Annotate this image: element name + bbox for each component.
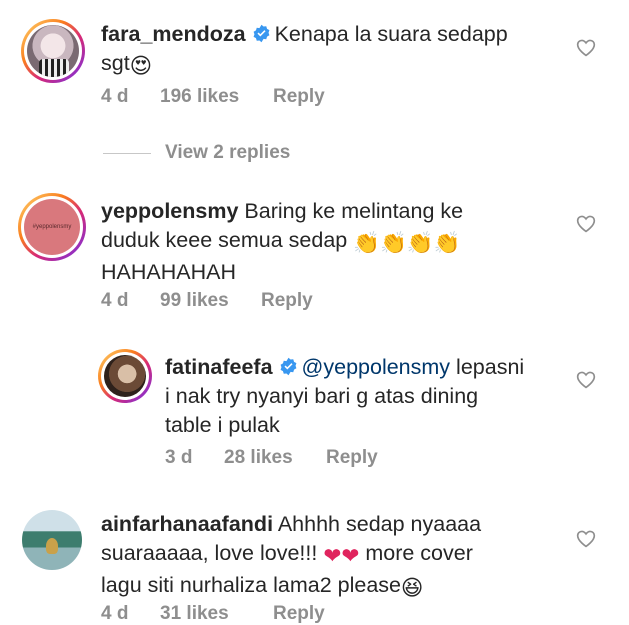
reply-button[interactable]: Reply bbox=[273, 86, 325, 108]
avatar[interactable] bbox=[98, 349, 152, 403]
comment-body-line2: sgt bbox=[101, 51, 130, 75]
likes-count[interactable]: 28 likes bbox=[224, 447, 293, 469]
avatar[interactable] bbox=[21, 19, 85, 83]
reply-button[interactable]: Reply bbox=[326, 447, 378, 469]
like-heart-icon[interactable] bbox=[576, 214, 596, 233]
like-heart-icon[interactable] bbox=[576, 529, 596, 548]
comment-text: fara_mendoza Kenapa la suara sedapp sgt😍 bbox=[101, 20, 561, 81]
comment-body-line1: lepasni bbox=[456, 355, 525, 379]
username[interactable]: yeppolensmy bbox=[101, 199, 238, 223]
likes-count[interactable]: 31 likes bbox=[160, 603, 229, 625]
clapping-hands-emoji: 👏👏👏👏 bbox=[353, 231, 461, 255]
comment-text: fatinafeefa @yeppolensmy lepasni i nak tr… bbox=[165, 353, 565, 440]
mention-link[interactable]: @yeppolensmy bbox=[302, 355, 451, 379]
comment-text: yeppolensmy Baring ke melintang ke duduk… bbox=[101, 197, 561, 287]
comment-body-line1: Ahhhh sedap nyaaaa bbox=[277, 512, 482, 536]
divider bbox=[103, 153, 151, 154]
comment-age: 4 d bbox=[101, 86, 129, 107]
avatar[interactable]: #yeppolensmy bbox=[18, 193, 86, 261]
username[interactable]: fatinafeefa bbox=[165, 355, 273, 379]
reply-button[interactable]: Reply bbox=[261, 290, 313, 312]
comment-body-line2: i nak try nyanyi bari g atas dining bbox=[165, 384, 479, 408]
comment-age: 4 d bbox=[101, 603, 129, 624]
comment-body-line2: duduk keee semua sedap bbox=[101, 228, 348, 252]
reply-button[interactable]: Reply bbox=[273, 603, 325, 625]
username[interactable]: fara_mendoza bbox=[101, 22, 246, 46]
like-heart-icon[interactable] bbox=[576, 38, 596, 57]
comment-body-line3: HAHAHAHAH bbox=[101, 260, 236, 284]
comment-age: 4 d bbox=[101, 290, 129, 311]
red-hearts-emoji: ❤❤ bbox=[323, 544, 360, 568]
comment-body-line1: Baring ke melintang ke bbox=[244, 199, 464, 223]
comment-body-line2a: suaraaaaa, love love!!! bbox=[101, 541, 318, 565]
avatar[interactable] bbox=[22, 510, 82, 570]
likes-count[interactable]: 99 likes bbox=[160, 290, 229, 312]
heart-eyes-emoji: 😍 bbox=[129, 54, 153, 78]
avatar-label: #yeppolensmy bbox=[32, 224, 72, 230]
comment-age: 3 d bbox=[165, 447, 193, 468]
comment-body-line1: Kenapa la suara sedapp bbox=[274, 22, 508, 46]
verified-badge-icon bbox=[280, 357, 296, 376]
grinning-sweat-emoji: 😆 bbox=[400, 576, 424, 600]
likes-count[interactable]: 196 likes bbox=[160, 86, 239, 108]
comment-body-line3: lagu siti nurhaliza lama2 please bbox=[101, 573, 401, 597]
comment-body-line2b: more cover bbox=[365, 541, 473, 565]
like-heart-icon[interactable] bbox=[576, 370, 596, 389]
verified-badge-icon bbox=[253, 24, 270, 43]
comment-body-line3: table i pulak bbox=[165, 413, 280, 437]
view-replies-label[interactable]: View 2 replies bbox=[165, 142, 290, 164]
comment-text: ainfarhanaafandi Ahhhh sedap nyaaaa suar… bbox=[101, 510, 561, 603]
username[interactable]: ainfarhanaafandi bbox=[101, 512, 273, 536]
